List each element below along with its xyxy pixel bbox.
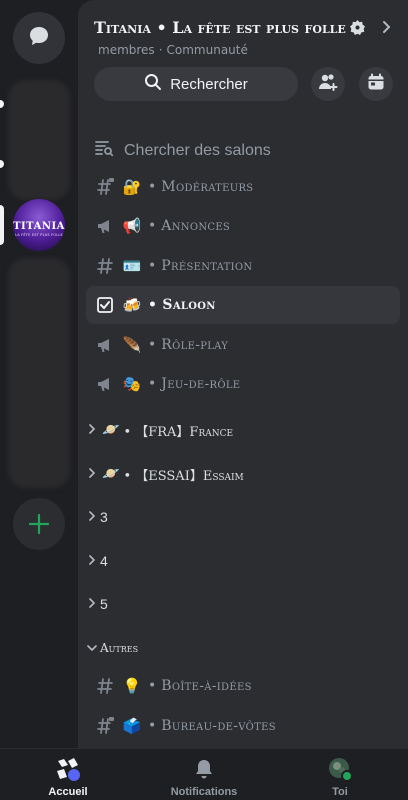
events-button[interactable] — [359, 67, 393, 101]
category-name: 🪐 • 【ESSAI】Essaim — [102, 466, 244, 484]
search-button[interactable]: Rechercher — [94, 67, 298, 101]
checklist-channel-icon — [94, 294, 116, 316]
search-icon — [144, 73, 162, 95]
nav-home[interactable]: Accueil — [18, 755, 118, 799]
channel-row-bureau-de-votes[interactable]: 🗳️ • Bureau-de-vôtes — [86, 707, 400, 745]
search-label: Rechercher — [170, 75, 248, 93]
channel-row-jeu-de-role[interactable]: 🎭 • Jeu-de-rôle — [86, 365, 400, 403]
unread-indicator — [0, 160, 4, 168]
category-4[interactable]: 4 — [84, 546, 394, 576]
category-5[interactable]: 5 — [84, 589, 394, 619]
calendar-icon — [367, 73, 385, 95]
channel-row-boite-a-idees[interactable]: 💡 • Boîte-à-idées — [86, 667, 400, 705]
channel-name: • Boîte-à-idées — [148, 678, 252, 694]
channel-emoji: 🍻 — [122, 296, 142, 314]
community-badge-icon — [350, 20, 366, 36]
nav-notifications-label: Notifications — [170, 786, 238, 798]
channel-emoji: 💡 — [122, 677, 142, 695]
blurred-server-icons — [8, 80, 70, 200]
category-name: Autres — [100, 641, 139, 655]
server-icon-title: TITANIA — [13, 221, 65, 232]
nav-home-label: Accueil — [48, 786, 88, 798]
server-subtitle: membres · Communauté — [98, 43, 248, 57]
chevron-right-icon — [84, 597, 100, 611]
chevron-right-icon — [84, 467, 100, 481]
direct-messages-button[interactable] — [13, 12, 65, 64]
bell-icon — [190, 755, 218, 783]
unread-indicator — [0, 100, 4, 108]
chevron-down-icon — [84, 641, 100, 655]
nav-you[interactable]: Toi — [290, 755, 390, 799]
channel-row-moderateurs[interactable]: 🔐 • Modérateurs — [86, 168, 400, 206]
category-name: 3 — [100, 509, 108, 525]
megaphone-icon — [94, 373, 116, 395]
channel-row-saloon[interactable]: 🍻 • Saloon — [86, 286, 400, 324]
server-header[interactable]: Titania • La fête est plus folle — [94, 18, 366, 37]
channel-panel: Titania • La fête est plus folle membres… — [78, 0, 408, 748]
channel-search-button[interactable]: Chercher des salons — [94, 138, 271, 163]
hashtag-icon — [94, 255, 116, 277]
category-name: 5 — [100, 596, 108, 612]
chevron-right-icon — [84, 510, 100, 524]
invite-members-button[interactable] — [311, 67, 345, 101]
blurred-server-icons — [8, 258, 70, 488]
channel-row-presentation[interactable]: 🪪 • Présentation — [86, 247, 400, 285]
server-rail: TITANIA LA FÊTE EST PLUS FOLLE — [0, 0, 78, 748]
chevron-right-icon[interactable] — [382, 20, 392, 38]
add-member-icon — [318, 72, 338, 96]
add-server-button[interactable] — [13, 498, 65, 550]
category-name: 4 — [100, 553, 108, 569]
channel-emoji: 📢 — [122, 217, 142, 235]
community-label: Communauté — [166, 43, 248, 57]
locked-text-channel-icon — [94, 176, 116, 198]
megaphone-icon — [94, 215, 116, 237]
category-essaim[interactable]: 🪐 • 【ESSAI】Essaim — [84, 459, 394, 489]
channel-list-search-icon — [94, 138, 114, 163]
category-france[interactable]: 🪐 • 【FRA】France — [84, 415, 394, 445]
channel-search-label: Chercher des salons — [124, 141, 271, 159]
category-3[interactable]: 3 — [84, 502, 394, 532]
category-autres[interactable]: Autres — [84, 633, 394, 663]
channel-name: • Modérateurs — [148, 179, 254, 195]
channel-name: • Jeu-de-rôle — [148, 376, 241, 392]
channel-name: • Saloon — [148, 297, 216, 313]
channel-name: • Présentation — [148, 258, 253, 274]
server-name: Titania • La fête est plus folle — [94, 18, 346, 37]
servers-home-icon — [54, 755, 82, 783]
chat-bubble-icon — [27, 24, 51, 52]
server-icon-subtitle: LA FÊTE EST PLUS FOLLE — [15, 233, 63, 237]
avatar — [326, 755, 354, 783]
channel-emoji: 🪶 — [122, 336, 142, 354]
nav-you-label: Toi — [332, 786, 348, 798]
nav-notifications[interactable]: Notifications — [154, 755, 254, 799]
channel-emoji: 🎭 — [122, 375, 142, 393]
channel-name: • Bureau-de-vôtes — [148, 718, 276, 734]
channel-emoji: 🔐 — [122, 178, 142, 196]
selected-server-indicator — [0, 205, 4, 245]
channel-name: • Rôle-play — [148, 337, 229, 353]
bottom-navigation: Accueil Notifications Toi — [0, 748, 408, 800]
members-label: membres — [98, 43, 155, 57]
server-titania[interactable]: TITANIA LA FÊTE EST PLUS FOLLE — [13, 199, 65, 251]
channel-emoji: 🪪 — [122, 257, 142, 275]
channel-emoji: 🗳️ — [122, 717, 142, 735]
chevron-right-icon — [84, 554, 100, 568]
locked-text-channel-icon — [94, 715, 116, 737]
channel-name: • Annonces — [148, 218, 231, 234]
channel-row-role-play[interactable]: 🪶 • Rôle-play — [86, 326, 400, 364]
category-name: 🪐 • 【FRA】France — [102, 422, 234, 440]
hashtag-icon — [94, 675, 116, 697]
channel-row-annonces[interactable]: 📢 • Annonces — [86, 207, 400, 245]
chevron-right-icon — [84, 423, 100, 437]
plus-icon — [28, 507, 50, 541]
megaphone-icon — [94, 334, 116, 356]
